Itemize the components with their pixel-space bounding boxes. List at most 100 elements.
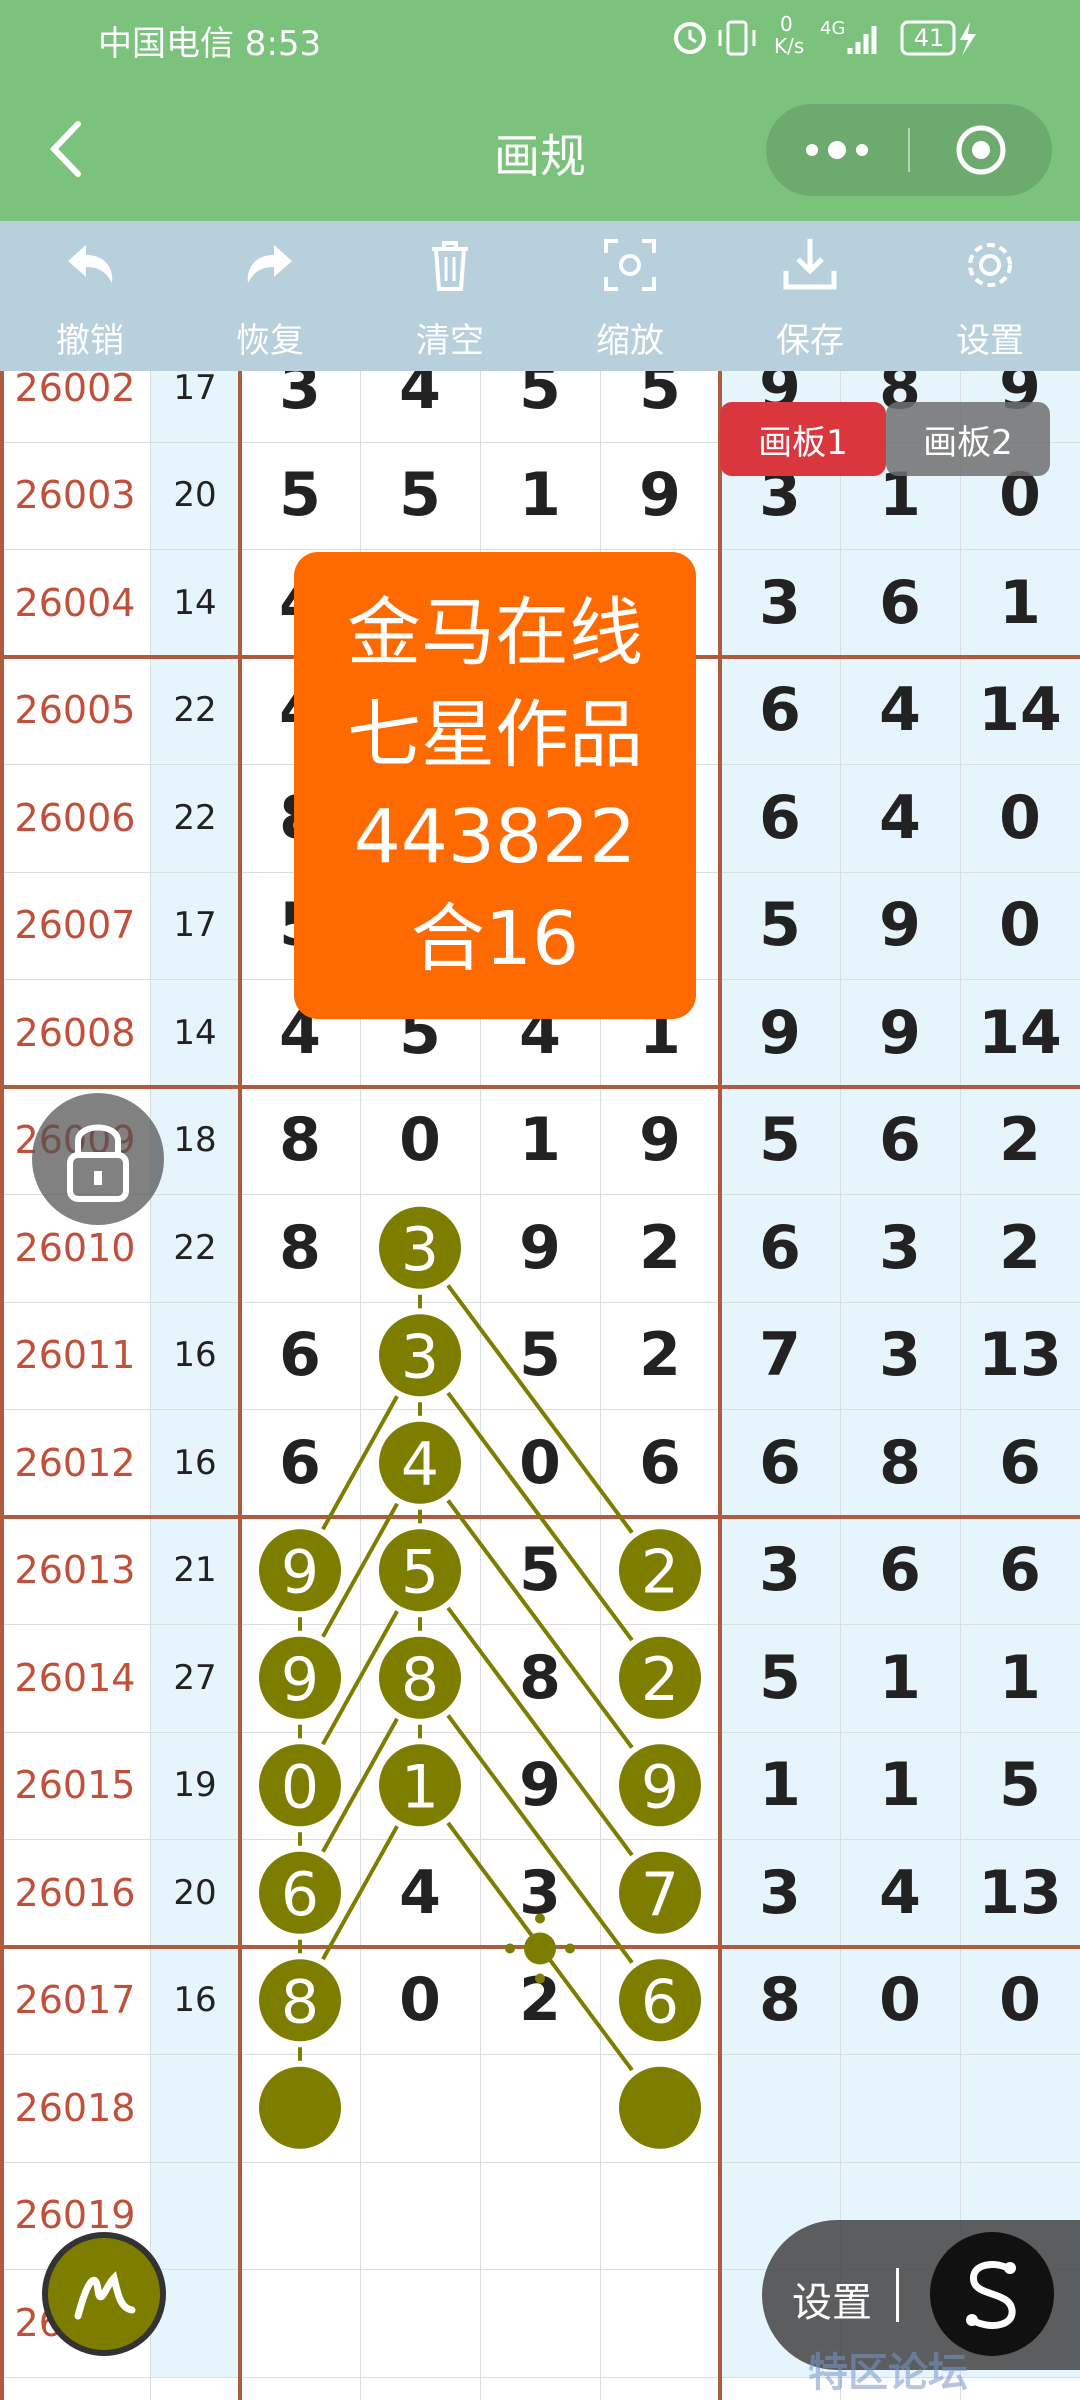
lock-button[interactable] [32, 1093, 164, 1225]
digit-cell[interactable]: 0 [360, 1947, 480, 2055]
digit-cell[interactable] [600, 1624, 720, 1732]
stat-cell: 7 [720, 1301, 840, 1409]
promo-line-3: 443822 [353, 794, 637, 880]
digit-cell[interactable] [480, 2269, 600, 2377]
digit-cell[interactable] [240, 1732, 360, 1840]
grid-line [0, 1301, 1080, 1303]
digit-cell[interactable]: 0 [360, 1087, 480, 1195]
digit-cell[interactable] [480, 2162, 600, 2270]
table-row: 26011 16 6 5 2 7 3 13 [0, 1301, 1080, 1410]
digit-cell[interactable]: 6 [240, 1409, 360, 1517]
stat-cell: 0 [840, 1946, 960, 2054]
title-bar: 画规 [0, 78, 1080, 221]
digit-cell[interactable]: 5 [600, 371, 720, 442]
zoom-button[interactable]: 缩放 [540, 221, 720, 371]
digit-cell[interactable]: 3 [480, 1839, 600, 1947]
digit-cell[interactable]: 9 [480, 1732, 600, 1840]
digit-cell[interactable] [360, 2162, 480, 2270]
save-button[interactable]: 保存 [720, 221, 900, 371]
settings-button[interactable]: 设置 [900, 221, 1080, 371]
digit-cell[interactable]: 5 [360, 442, 480, 550]
stat-cell [840, 2054, 960, 2162]
stat-cell: 3 [840, 1194, 960, 1302]
period-cell: 26014 [0, 1624, 150, 1732]
lock-icon [67, 1124, 129, 1202]
digit-cell[interactable]: 2 [600, 1302, 720, 1410]
digit-cell[interactable]: 9 [480, 1194, 600, 1302]
digit-cell[interactable] [240, 2269, 360, 2377]
digit-cell[interactable]: 3 [240, 371, 360, 442]
digit-cell[interactable]: 2 [480, 1947, 600, 2055]
bottom-settings-button[interactable]: 设置 [792, 2270, 872, 2328]
digit-cell[interactable]: 6 [600, 1409, 720, 1517]
board-tab-2[interactable]: 画板2 [886, 402, 1050, 476]
period-cell: 26012 [0, 1409, 150, 1517]
sum-cell: 20 [150, 1839, 240, 1947]
undo-icon [68, 245, 113, 283]
digit-cell[interactable] [360, 1302, 480, 1410]
digit-cell[interactable]: 5 [480, 1302, 600, 1410]
digit-cell[interactable] [240, 1947, 360, 2055]
digit-cell[interactable] [600, 2269, 720, 2377]
digit-cell[interactable] [360, 2269, 480, 2377]
sum-cell: 16 [150, 1946, 240, 2054]
grid-line [0, 1839, 1080, 1840]
digit-cell[interactable] [240, 2054, 360, 2162]
stat-cell: 4 [840, 656, 960, 764]
digit-cell[interactable]: 5 [240, 442, 360, 550]
digit-cell[interactable]: 6 [240, 1302, 360, 1410]
period-cell: 26006 [0, 764, 150, 872]
digit-cell[interactable] [360, 1517, 480, 1625]
digit-cell[interactable] [360, 1194, 480, 1302]
stat-cell: 9 [720, 979, 840, 1087]
period-cell: 26005 [0, 656, 150, 764]
section-divider [0, 371, 4, 2400]
stat-cell: 5 [720, 1086, 840, 1194]
digit-cell[interactable]: 8 [480, 1624, 600, 1732]
digit-cell[interactable]: 2 [600, 1194, 720, 1302]
undo-button[interactable]: 撤销 [0, 221, 180, 371]
sum-cell: 17 [150, 371, 240, 442]
close-miniprogram-button[interactable] [910, 104, 1052, 196]
stat-cell: 3 [720, 1839, 840, 1947]
digit-cell[interactable]: 9 [600, 1087, 720, 1195]
digit-cell[interactable] [480, 2054, 600, 2162]
digit-cell[interactable] [240, 1839, 360, 1947]
digit-cell[interactable]: 1 [480, 442, 600, 550]
pen-tool-button[interactable] [42, 2232, 166, 2356]
digit-cell[interactable] [360, 1409, 480, 1517]
digit-cell[interactable] [360, 1732, 480, 1840]
digit-cell[interactable]: 8 [240, 1194, 360, 1302]
digit-cell[interactable] [600, 1839, 720, 1947]
digit-cell[interactable]: 0 [480, 1409, 600, 1517]
stat-cell: 14 [960, 656, 1080, 764]
charging-icon [960, 22, 976, 56]
digit-cell[interactable] [360, 2054, 480, 2162]
digit-cell[interactable]: 5 [480, 1517, 600, 1625]
table-row: 26013 21 5 3 6 6 [0, 1516, 1080, 1625]
digit-cell[interactable] [600, 2162, 720, 2270]
clear-button[interactable]: 清空 [360, 221, 540, 371]
digit-cell[interactable] [600, 2054, 720, 2162]
stat-cell: 6 [960, 1516, 1080, 1624]
redo-button[interactable]: 恢复 [180, 221, 360, 371]
more-button[interactable] [766, 104, 908, 196]
digit-cell[interactable] [240, 1517, 360, 1625]
digit-cell[interactable]: 4 [360, 1839, 480, 1947]
digit-cell[interactable]: 4 [360, 371, 480, 442]
digit-cell[interactable] [600, 1947, 720, 2055]
digit-cell[interactable] [600, 1517, 720, 1625]
digit-cell[interactable]: 9 [600, 442, 720, 550]
s-curve-icon [966, 2261, 1016, 2329]
digit-cell[interactable] [240, 2162, 360, 2270]
digit-cell[interactable] [600, 1732, 720, 1840]
digit-cell[interactable]: 8 [240, 1087, 360, 1195]
stat-cell: 13 [960, 1839, 1080, 1947]
curve-tool-button[interactable] [930, 2232, 1054, 2356]
digit-cell[interactable]: 1 [480, 1087, 600, 1195]
digit-cell[interactable] [360, 1624, 480, 1732]
digit-cell[interactable] [240, 1624, 360, 1732]
digit-cell[interactable]: 5 [480, 371, 600, 442]
board-tab-1[interactable]: 画板1 [720, 402, 886, 476]
section-divider [238, 371, 242, 2400]
